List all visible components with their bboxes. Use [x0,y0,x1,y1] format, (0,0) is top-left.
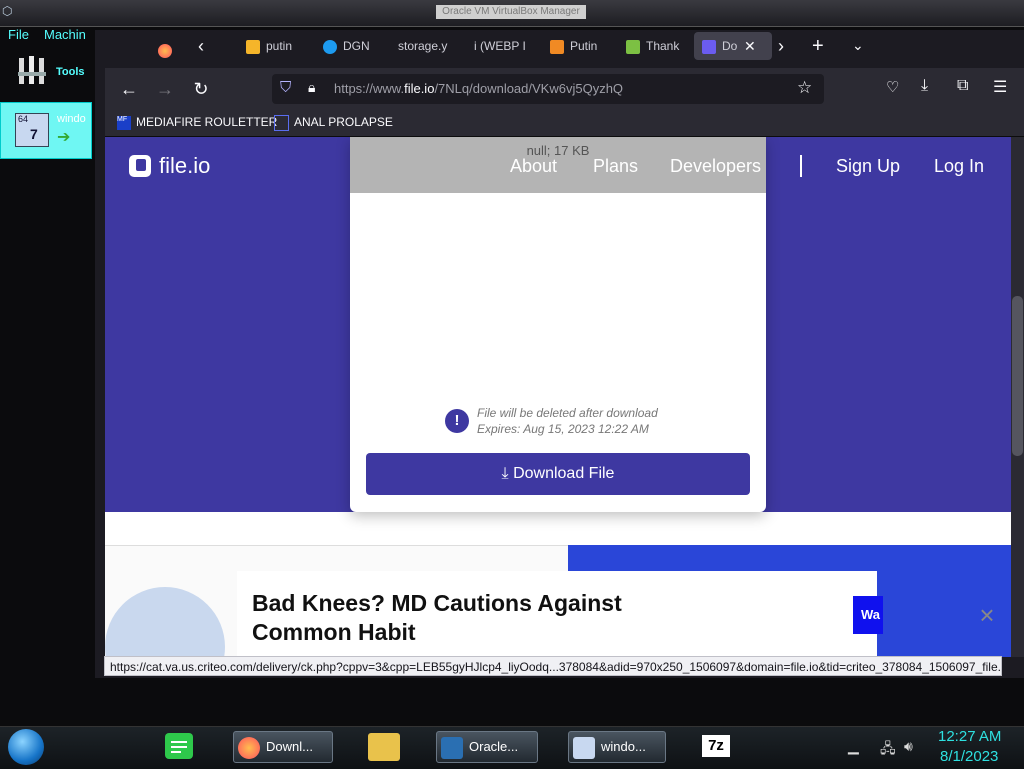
downloads-icon[interactable]: ⤓ [921,77,928,95]
vbox-tools-item[interactable]: Tools [0,48,92,98]
download-icon: ⤓ [501,465,509,482]
tab-dgn[interactable]: DGN [323,32,379,60]
bookmark-second[interactable]: ANAL PROLAPSE [274,113,393,131]
bookmark-label: MEDIAFIRE ROULETTER [136,115,278,129]
firefox-icon [158,43,172,58]
delete-notice: File will be deleted after download [477,406,658,420]
url-text[interactable]: https://www.file.io/7NLq/download/VKw6vj… [334,81,623,96]
page-scrollbar-thumb[interactable] [1012,296,1023,456]
link-status-bar: https://cat.va.us.criteo.com/delivery/ck… [104,656,1002,676]
nav-log-in[interactable]: Log In [934,156,984,177]
taskbar-label: windo... [601,739,646,754]
nav-developers[interactable]: Developers [670,156,761,177]
tab-webp[interactable]: i (WEBP I [474,32,530,60]
file-explorer-icon[interactable] [368,733,400,761]
tab-label: storage.y [398,39,448,53]
vm-os-icon: 64 7 [15,113,49,147]
tab-label: Do [722,39,738,53]
forward-button[interactable]: → [150,74,180,104]
virtualbox-icon: ⬡ [2,4,13,18]
tab-thank[interactable]: Thank [626,32,682,60]
app-menu-icon[interactable]: ☰ [993,77,1007,97]
tab-label: Thank [646,39,680,53]
ad-banner[interactable]: Bad Knees? MD Cautions Against Common Ha… [237,571,883,657]
leaf-icon [626,39,640,54]
tab-active-download[interactable]: Do ✕ [694,32,772,60]
notes-app-icon[interactable] [165,733,193,759]
bookmark-label: ANAL PROLAPSE [294,115,393,129]
7zip-icon[interactable]: 7z [702,735,730,757]
nav-plans[interactable]: Plans [593,156,638,177]
taskbar-label: Downl... [266,739,313,754]
page-spacer [105,512,1011,544]
virtualbox-icon [441,736,463,759]
clock-time[interactable]: 12:27 AM [938,728,1001,745]
new-tab-button[interactable]: + [812,35,824,58]
vm-os-icon [573,736,595,759]
tabs-scroll-left-button[interactable]: ‹ [198,36,204,57]
shield-icon[interactable]: ⛉ [280,79,291,96]
tab-label: putin [266,39,293,53]
expiry-notice: Expires: Aug 15, 2023 12:22 AM [477,422,649,436]
reload-button[interactable]: ↻ [186,74,216,104]
vbox-menu-file[interactable]: File [8,27,29,42]
extensions-icon[interactable]: ⧉ [957,77,968,95]
vbox-vm-item[interactable]: 64 7 windo ➔ [0,102,92,159]
lock-icon[interactable]: 🔒︎ [308,79,315,96]
tab-storage[interactable]: storage.y [398,32,454,60]
download-file-button[interactable]: ⤓ Download File [366,453,750,495]
start-button[interactable] [8,729,44,765]
fileio-logo-text[interactable]: file.io [159,153,210,179]
ad-close-icon[interactable]: × [975,602,999,628]
bookmark-mediafire[interactable]: MF MEDIAFIRE ROULETTER [117,113,277,131]
page-viewport: file.io null; 17 KB About Plans Develope… [105,137,1011,657]
vm-label: windo [57,113,86,125]
clock-date[interactable]: 8/1/2023 [940,748,998,765]
tools-label: Tools [56,66,85,78]
back-button[interactable]: ← [114,74,144,104]
download-button-label: Download File [513,465,615,482]
tab-label: i (WEBP I [474,39,526,53]
close-tab-icon[interactable]: ✕ [744,32,756,60]
fileio-icon [702,39,716,54]
nav-about[interactable]: About [510,156,557,177]
taskbar-firefox[interactable]: Downl... [233,731,333,763]
tab-firefox[interactable] [158,36,176,64]
bookmark-star-icon[interactable]: ☆ [797,78,812,98]
url-prefix: https://www. [334,81,405,96]
vbox-window-title: Oracle VM VirtualBox Manager [436,5,586,19]
image-icon [246,39,260,54]
taskbar-vm[interactable]: windo... [568,731,666,763]
tools-icon [18,56,46,84]
vbox-menu-machine[interactable]: Machin [44,27,86,42]
ad-title[interactable]: Bad Knees? MD Cautions Against Common Ha… [252,589,722,647]
network-icon[interactable]: 🖧︎ [880,738,896,762]
twitter-icon [323,39,337,54]
info-icon: ! [445,409,469,433]
orange-icon [550,39,564,54]
bookmark-icon: MF [117,115,131,130]
url-host: file.io [404,81,435,96]
show-hidden-icons-icon[interactable]: ▁ [848,738,859,755]
nav-sign-up[interactable]: Sign Up [836,156,900,177]
bookmark-icon [274,114,289,131]
taskbar-label: Oracle... [469,739,519,754]
pocket-icon[interactable]: ♡ [886,78,899,96]
taskbar-virtualbox[interactable]: Oracle... [436,731,538,763]
tab-putin-2[interactable]: Putin [550,32,606,60]
volume-icon[interactable]: 🔊︎ [904,738,913,755]
tabs-scroll-right-button[interactable]: › [778,36,784,57]
vm-running-arrow-icon: ➔ [57,129,71,146]
tab-label: DGN [343,39,370,53]
nav-divider [800,155,802,177]
tab-putin[interactable]: putin [246,32,308,60]
tab-label: Putin [570,39,598,53]
ad-cta-button[interactable]: Wa [853,596,883,634]
fileio-logo-icon[interactable] [129,155,151,177]
firefox-icon [238,736,260,759]
list-tabs-button[interactable]: ⌄ [852,37,864,54]
url-path: /7NLq/download/VKw6vj5QyzhQ [434,81,624,96]
